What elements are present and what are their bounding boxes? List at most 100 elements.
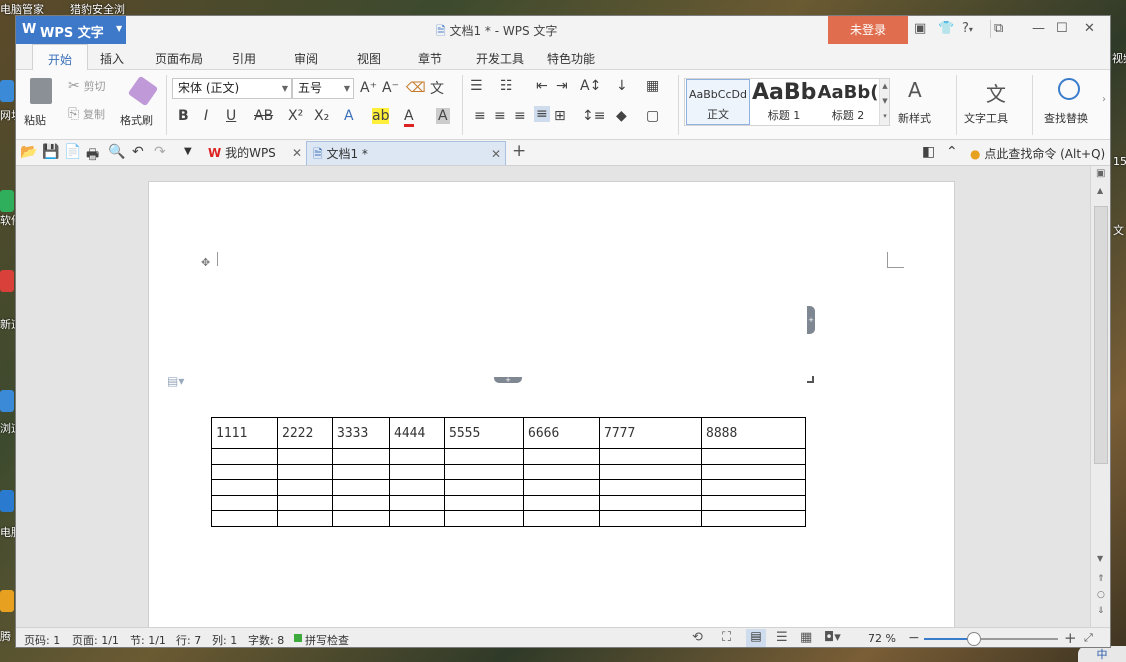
desktop-icon-label[interactable]: 文 <box>1113 222 1124 238</box>
ribbon-expand-icon[interactable]: › <box>1102 94 1106 105</box>
skin-icon[interactable]: ▣ <box>914 21 926 36</box>
print-preview-icon[interactable]: 🔍 <box>108 144 125 160</box>
tab-view[interactable]: 视图 <box>353 44 385 70</box>
table-cell[interactable] <box>599 448 702 465</box>
table-cell[interactable]: 7777 <box>599 417 702 449</box>
table-cell[interactable] <box>523 463 600 480</box>
page-view-icon[interactable]: ▤ <box>746 629 766 647</box>
shading-icon[interactable]: ◆ <box>616 108 627 124</box>
decrease-indent-icon[interactable]: ⇤ <box>536 78 548 94</box>
login-button[interactable]: 未登录 <box>828 16 908 44</box>
close-icon[interactable]: ✕ <box>491 142 501 166</box>
open-folder-icon[interactable]: 📂 <box>20 144 37 160</box>
scroll-thumb[interactable] <box>1094 206 1108 464</box>
zoom-level[interactable]: 72 % <box>868 632 896 645</box>
grow-font-icon[interactable]: A⁺ <box>360 80 377 96</box>
minimize-icon[interactable]: — <box>1032 21 1045 36</box>
distribute-icon[interactable]: ⊞ <box>554 108 566 124</box>
table-cell[interactable] <box>332 448 390 465</box>
table-cell[interactable] <box>523 448 600 465</box>
restore-layout-icon[interactable]: ⧉ <box>994 21 1003 36</box>
status-word-count[interactable]: 字数: 8 <box>248 632 284 647</box>
table-cell[interactable] <box>523 479 600 496</box>
zoom-slider-knob[interactable] <box>966 632 981 646</box>
table-cell[interactable] <box>332 463 390 480</box>
desktop-icon-label[interactable]: 腾 <box>0 628 11 644</box>
clear-format-icon[interactable]: ⌫ <box>406 80 426 96</box>
table-cell[interactable] <box>444 448 524 465</box>
format-painter-button[interactable]: 格式刷 <box>120 75 164 134</box>
table-cell[interactable] <box>389 479 445 496</box>
table-cell[interactable] <box>277 448 333 465</box>
ruler-toggle-icon[interactable]: ▣ <box>1096 168 1105 179</box>
table-cell[interactable] <box>277 463 333 480</box>
subscript-icon[interactable]: X₂ <box>314 108 329 124</box>
data-table[interactable]: 1111 2222 3333 4444 5555 6666 7777 8888 <box>211 417 806 527</box>
char-spacing-icon[interactable]: A↕ <box>580 78 601 94</box>
table-cell[interactable]: 6666 <box>523 417 600 449</box>
command-search[interactable]: ● 点此查找命令 (Alt+Q) <box>970 145 1105 162</box>
borders-icon[interactable]: ▢ <box>646 108 659 124</box>
table-cell[interactable]: 3333 <box>332 417 390 449</box>
tab-page-layout[interactable]: 页面布局 <box>150 44 208 70</box>
copy-button[interactable]: ⎘ 复制 <box>68 106 105 122</box>
table-cell[interactable] <box>211 463 278 480</box>
desktop-app-icon[interactable] <box>0 490 14 512</box>
justify-icon[interactable]: ≡ <box>534 106 550 122</box>
help-icon[interactable]: ?▾ <box>962 21 973 36</box>
table-cell[interactable] <box>211 510 278 527</box>
tab-section[interactable]: 章节 <box>414 44 446 70</box>
table-cell[interactable] <box>211 479 278 496</box>
font-name-combo[interactable]: 宋体 (正文) ▼ <box>172 78 292 99</box>
status-column[interactable]: 列: 1 <box>212 632 237 647</box>
table-cell[interactable] <box>599 479 702 496</box>
desktop-app-icon[interactable] <box>0 390 14 412</box>
history-icon[interactable]: ⟲ <box>692 630 703 645</box>
table-cell[interactable] <box>332 510 390 527</box>
tab-insert[interactable]: 插入 <box>94 44 130 70</box>
add-row-button[interactable]: + <box>494 377 522 384</box>
ime-indicator[interactable]: 中 <box>1078 646 1126 662</box>
select-browse-icon[interactable]: ○ <box>1097 590 1105 600</box>
superscript-icon[interactable]: X² <box>288 108 303 124</box>
tab-references[interactable]: 引用 <box>228 44 260 70</box>
table-cell[interactable] <box>211 448 278 465</box>
add-column-button[interactable]: + <box>807 306 815 334</box>
scroll-down-icon[interactable]: ▼ <box>1097 554 1103 563</box>
style-heading-2[interactable]: AaBb( 标题 2 <box>816 79 880 125</box>
table-cell[interactable] <box>701 479 806 496</box>
customize-dropdown-icon[interactable]: ▼ <box>184 146 192 157</box>
desktop-app-icon[interactable] <box>0 190 14 212</box>
close-icon[interactable]: ✕ <box>1084 21 1095 36</box>
paste-button[interactable]: 粘贴 <box>24 76 60 134</box>
table-cell[interactable] <box>701 510 806 527</box>
table-cell[interactable] <box>444 463 524 480</box>
table-resize-handle[interactable] <box>807 376 814 383</box>
collapse-icon[interactable]: ⌃ <box>946 144 958 160</box>
maximize-icon[interactable]: ☐ <box>1056 21 1068 36</box>
table-cell[interactable] <box>599 463 702 480</box>
shirt-icon[interactable]: 👕 <box>938 21 954 36</box>
find-replace-button[interactable]: 查找替换 <box>1040 76 1096 134</box>
align-right-icon[interactable]: ≡ <box>514 108 526 124</box>
table-cell[interactable] <box>389 510 445 527</box>
highlight-icon[interactable]: ab <box>372 108 390 124</box>
table-cell[interactable] <box>701 463 806 480</box>
table-cell[interactable] <box>599 494 702 511</box>
style-gallery-scroll[interactable]: ▲ ▼ ▾ <box>879 79 889 125</box>
status-pages[interactable]: 页面: 1/1 <box>72 632 119 647</box>
zoom-slider[interactable] <box>924 632 1058 646</box>
close-icon[interactable]: ✕ <box>292 141 302 165</box>
desktop-icon-label[interactable]: 15 <box>1113 155 1126 168</box>
zoom-out-icon[interactable]: − <box>908 630 920 646</box>
status-page[interactable]: 页码: 1 <box>24 632 60 647</box>
table-cell[interactable] <box>599 510 702 527</box>
text-effect-icon[interactable]: A <box>344 108 354 124</box>
table-cell[interactable] <box>277 494 333 511</box>
shrink-font-icon[interactable]: A⁻ <box>382 80 399 96</box>
status-section[interactable]: 节: 1/1 <box>130 632 166 647</box>
fullscreen-icon[interactable]: ⛶ <box>722 630 731 645</box>
scroll-up-icon[interactable]: ▲ <box>1097 186 1103 195</box>
new-style-button[interactable]: A 新样式 <box>894 76 950 134</box>
table-cell[interactable]: 2222 <box>277 417 333 449</box>
